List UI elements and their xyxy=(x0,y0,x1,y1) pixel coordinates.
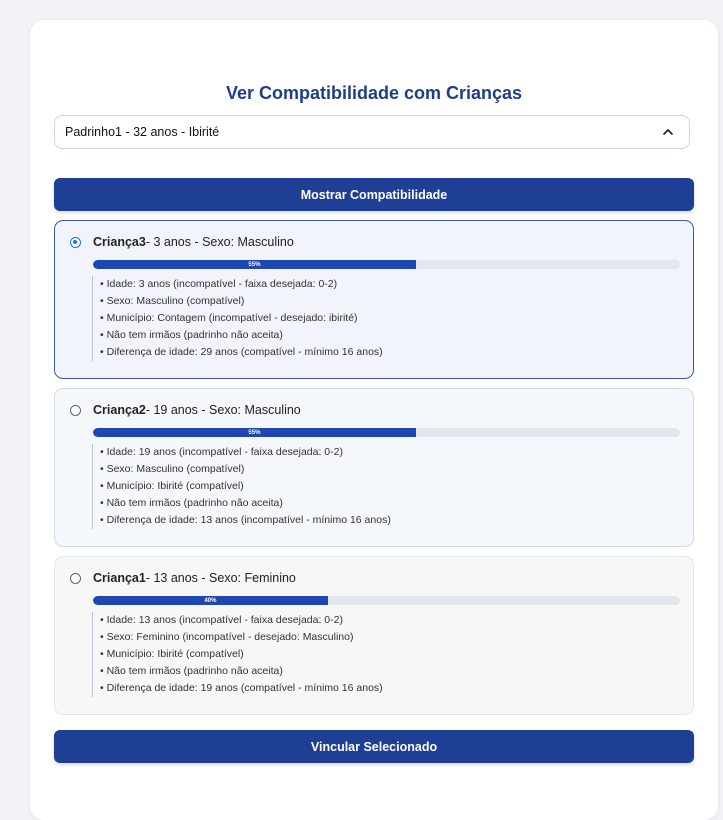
chevron-up-icon xyxy=(663,129,673,135)
padrinho-select-value: Padrinho1 - 32 anos - Ibirité xyxy=(65,125,220,139)
compatibility-bar-fill: 55% xyxy=(93,260,416,269)
compatibility-bar-fill: 55% xyxy=(93,428,416,437)
child-name: Criança3 xyxy=(93,235,146,249)
child-option-crianca3[interactable]: Criança3 - 3 anos - Sexo: Masculino 55% … xyxy=(54,220,694,379)
child-option-crianca1[interactable]: Criança1 - 13 anos - Sexo: Feminino 40% … xyxy=(54,556,694,715)
compatibility-percent: 55% xyxy=(248,261,261,268)
child-radio[interactable] xyxy=(70,236,81,248)
child-option-header: Criança1 - 13 anos - Sexo: Feminino xyxy=(70,571,296,585)
compatibility-bar-fill: 40% xyxy=(93,596,328,605)
detail-line: • Não tem irmãos (padrinho não aceita) xyxy=(100,665,283,677)
show-compatibility-button[interactable]: Mostrar Compatibilidade xyxy=(54,178,694,211)
child-info: - 19 anos - Sexo: Masculino xyxy=(145,403,301,417)
compatibility-percent: 55% xyxy=(248,429,261,436)
page-title: Ver Compatibilidade com Crianças xyxy=(225,83,523,103)
child-radio[interactable] xyxy=(70,404,81,416)
detail-line: • Sexo: Masculino (compatível) xyxy=(100,463,245,475)
detail-line: • Sexo: Masculino (compatível) xyxy=(100,295,245,307)
detail-line: • Idade: 19 anos (incompatível - faixa d… xyxy=(100,446,343,458)
child-name: Criança1 xyxy=(93,571,146,585)
compatibility-bar: 55% xyxy=(93,260,680,269)
detail-line: • Município: Ibirité (compatível) xyxy=(100,480,244,492)
child-option-header: Criança3 - 3 anos - Sexo: Masculino xyxy=(70,235,294,249)
child-radio[interactable] xyxy=(70,572,81,584)
detail-line: • Não tem irmãos (padrinho não aceita) xyxy=(100,329,283,341)
compatibility-bar: 55% xyxy=(93,428,680,437)
child-info: - 13 anos - Sexo: Feminino xyxy=(145,571,296,585)
compatibility-percent: 40% xyxy=(204,597,217,604)
compatibility-details: • Idade: 13 anos (incompatível - faixa d… xyxy=(92,612,383,697)
compatibility-card: Ver Compatibilidade com Crianças Padrinh… xyxy=(30,20,718,820)
link-selected-button[interactable]: Vincular Selecionado xyxy=(54,730,694,763)
child-info: - 3 anos - Sexo: Masculino xyxy=(145,235,294,249)
detail-line: • Idade: 3 anos (incompatível - faixa de… xyxy=(100,278,338,290)
compatibility-details: • Idade: 19 anos (incompatível - faixa d… xyxy=(92,444,391,529)
child-name: Criança2 xyxy=(93,403,146,417)
detail-line: • Não tem irmãos (padrinho não aceita) xyxy=(100,497,283,509)
detail-line: • Diferença de idade: 29 anos (compatíve… xyxy=(100,346,383,358)
compatibility-details: • Idade: 3 anos (incompatível - faixa de… xyxy=(92,276,383,361)
detail-line: • Diferença de idade: 19 anos (compatíve… xyxy=(100,682,383,694)
padrinho-select[interactable]: Padrinho1 - 32 anos - Ibirité xyxy=(54,115,690,149)
child-option-header: Criança2 - 19 anos - Sexo: Masculino xyxy=(70,403,301,417)
compatibility-bar: 40% xyxy=(93,596,680,605)
child-option-crianca2[interactable]: Criança2 - 19 anos - Sexo: Masculino 55%… xyxy=(54,388,694,547)
detail-line: • Município: Contagem (incompatível - de… xyxy=(100,312,358,324)
detail-line: • Sexo: Feminino (incompatível - desejad… xyxy=(100,631,354,643)
detail-line: • Idade: 13 anos (incompatível - faixa d… xyxy=(100,614,343,626)
detail-line: • Município: Ibirité (compatível) xyxy=(100,648,244,660)
detail-line: • Diferença de idade: 13 anos (incompatí… xyxy=(100,514,391,526)
